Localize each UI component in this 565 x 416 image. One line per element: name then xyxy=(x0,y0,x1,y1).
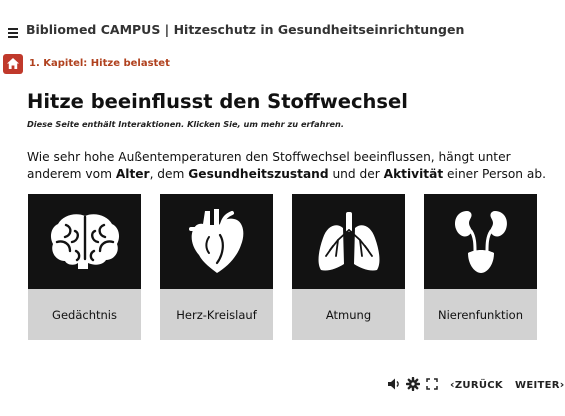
intro-part: einer Person ab. xyxy=(443,167,546,181)
card-gedaechtnis[interactable]: Gedächtnis xyxy=(28,194,141,340)
card-image xyxy=(292,194,405,289)
breadcrumb: 1. Kapitel: Hitze belastet xyxy=(3,53,170,74)
intro-bold-health: Gesundheitszustand xyxy=(188,167,329,181)
lungs-icon xyxy=(318,211,379,271)
volume-icon[interactable] xyxy=(387,377,401,391)
card-label: Nierenfunktion xyxy=(424,289,537,340)
card-label: Atmung xyxy=(292,289,405,340)
next-button[interactable]: WEITER› xyxy=(515,378,565,391)
card-image xyxy=(160,194,273,289)
brain-icon xyxy=(50,213,119,269)
fullscreen-icon[interactable] xyxy=(425,377,439,391)
back-button[interactable]: ‹ZURÜCK xyxy=(450,378,503,391)
footer-controls: ‹ZURÜCK WEITER› xyxy=(0,372,565,398)
back-label: ZURÜCK xyxy=(454,380,503,391)
app-title: Bibliomed CAMPUS | Hitzeschutz in Gesund… xyxy=(26,22,465,37)
next-label: WEITER xyxy=(515,380,560,391)
breadcrumb-chapter[interactable]: 1. Kapitel: Hitze belastet xyxy=(29,58,170,69)
intro-part: und der xyxy=(328,167,384,181)
home-icon xyxy=(7,58,19,69)
intro-part: , dem xyxy=(149,167,189,181)
intro-bold-activity: Aktivität xyxy=(383,167,444,181)
intro-text: Wie sehr hohe Außentemperaturen den Stof… xyxy=(27,149,557,183)
card-label: Gedächtnis xyxy=(28,289,141,340)
card-image xyxy=(424,194,537,289)
intro-bold-age: Alter xyxy=(115,167,150,181)
page-title: Hitze beeinflusst den Stoffwechsel xyxy=(27,90,408,113)
heart-icon xyxy=(188,208,243,273)
card-image xyxy=(28,194,141,289)
home-button[interactable] xyxy=(3,53,23,74)
card-label: Herz-Kreislauf xyxy=(160,289,273,340)
interaction-hint: Diese Seite enthält Interaktionen. Klick… xyxy=(27,119,344,129)
kidneys-icon xyxy=(454,210,507,273)
settings-icon[interactable] xyxy=(406,377,420,391)
card-nierenfunktion[interactable]: Nierenfunktion xyxy=(424,194,537,340)
card-atmung[interactable]: Atmung xyxy=(292,194,405,340)
chevron-right-icon: › xyxy=(559,378,565,391)
card-herz-kreislauf[interactable]: Herz-Kreislauf xyxy=(160,194,273,340)
hamburger-menu-icon[interactable] xyxy=(8,28,18,38)
app-header: Bibliomed CAMPUS | Hitzeschutz in Gesund… xyxy=(0,0,565,48)
